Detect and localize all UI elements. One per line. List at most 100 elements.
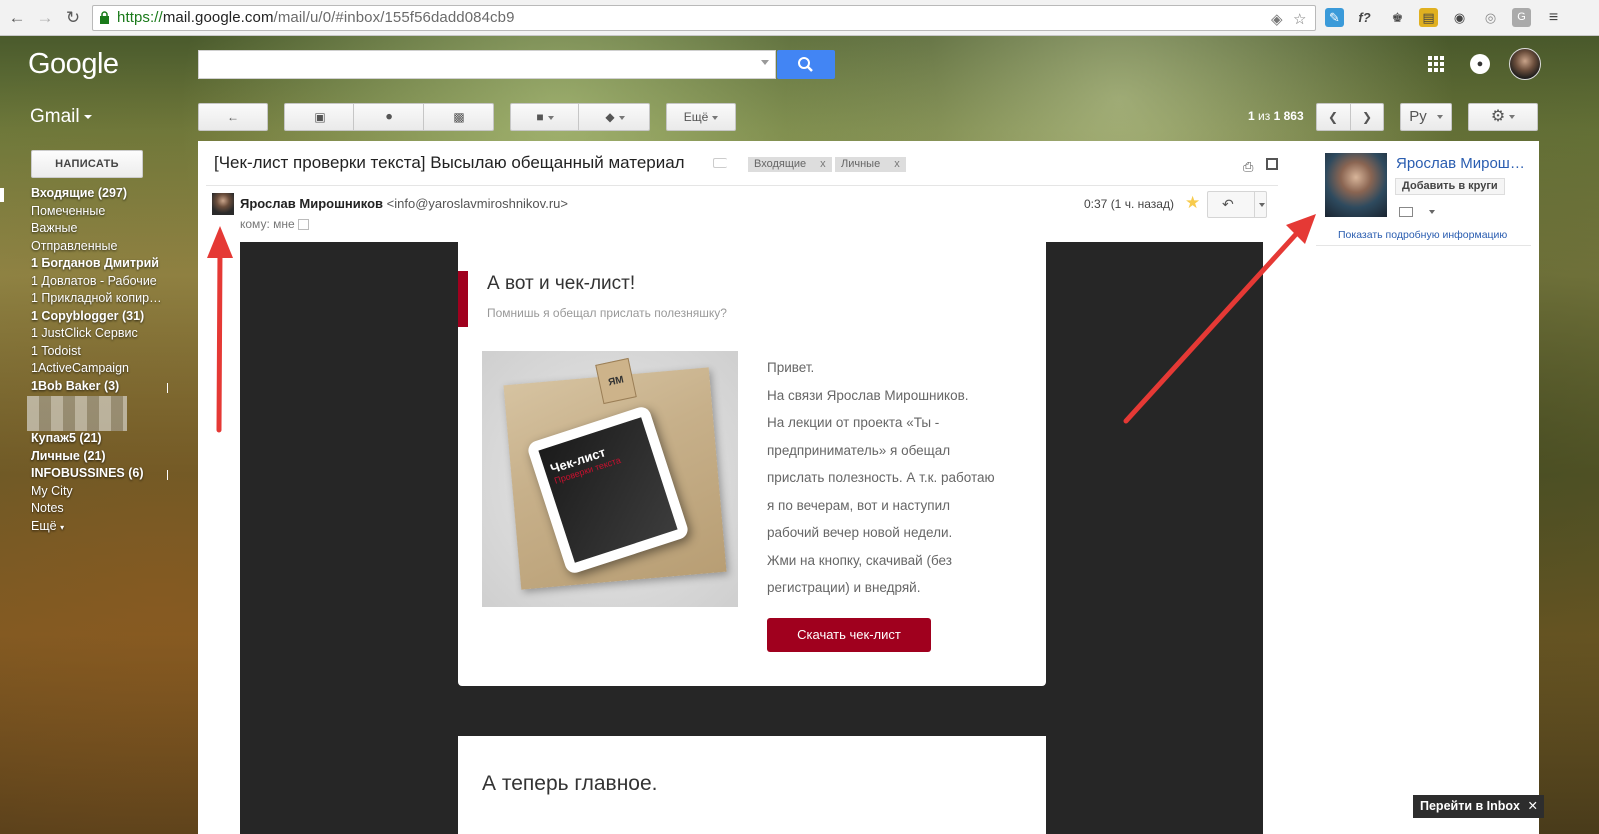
lock-icon [100,11,109,24]
delete-button[interactable]: ▩ [437,104,481,132]
star-icon[interactable]: ★ [1185,193,1200,213]
pager-text: 1 из 1 863 [1248,109,1304,123]
brand-tag: ЯМ [595,357,637,405]
importance-marker-icon[interactable] [713,158,727,168]
archive-button[interactable]: ▣ [298,104,342,132]
report-spam-button[interactable]: ⚫ [367,104,411,132]
sidebar-item-starred[interactable]: Помеченные [0,204,168,222]
more-actions-button[interactable]: Ещё [666,103,736,131]
bookmark-star-icon[interactable]: ☆ [1293,10,1306,28]
google-logo[interactable]: Google [28,48,119,81]
extension-icon[interactable]: ✎ [1325,8,1344,27]
apps-grid-icon[interactable] [1428,56,1444,72]
search-input[interactable] [198,50,776,79]
email-body: А вот и чек-лист! Помнишь я обещал присл… [240,242,1263,834]
new-window-icon[interactable] [1266,158,1278,170]
globe-extension-icon[interactable]: ◉ [1450,8,1469,27]
sidebar-item-label[interactable]: 1 Довлатов - Рабочие [0,274,168,292]
sidebar-item-label[interactable]: 1 JustClick Сервис [0,326,168,344]
sender-avatar[interactable] [212,193,234,215]
menu-icon[interactable]: ≡ [1544,8,1563,27]
forward-arrow-icon[interactable]: → [34,7,56,29]
back-arrow-icon[interactable]: ← [6,7,28,29]
prev-message-button[interactable]: ❮ [1317,104,1349,132]
notifications-bell-icon[interactable]: ● [1470,54,1490,74]
download-checklist-button[interactable]: Скачать чек-лист [767,618,931,652]
account-avatar[interactable] [1509,48,1541,80]
chevron-down-icon [83,114,92,119]
blurred-label [27,396,127,431]
email-card: А вот и чек-лист! Помнишь я обещал присл… [458,242,1046,686]
chevron-down-icon[interactable] [1429,210,1435,214]
envelope-icon[interactable] [1399,207,1413,217]
sidebar-item-more[interactable]: Ещё ▾ [0,519,168,537]
world-extension-icon[interactable]: ◎ [1481,8,1500,27]
sidebar-item-inbox[interactable]: Входящие (297) [0,186,168,204]
sidebar-item-important[interactable]: Важные [0,221,168,239]
reply-button[interactable]: ↶ [1207,191,1267,218]
label-color-swatch[interactable] [167,470,168,480]
sidebar-item-label[interactable]: INFOBUSSINES (6) [0,466,168,484]
details-dropdown-icon[interactable] [297,219,309,231]
message-subject: [Чек-лист проверки текста] Высылаю обеща… [214,153,685,172]
sender-line: Ярослав Мирошников <info@yaroslavmiroshn… [240,196,568,211]
back-to-inbox-button[interactable]: ← [198,103,268,131]
sidebar-item-label[interactable]: Личные (21) [0,449,168,467]
tracking-icon[interactable]: ◈ [1271,10,1283,28]
label-chip-inbox[interactable]: Входящие x [748,157,832,172]
email-card: А теперь главное. [458,736,1046,834]
sidebar-item-label[interactable]: Notes [0,501,168,519]
sidebar-item-label[interactable]: 1ActiveCampaign [0,361,168,379]
sidebar: Входящие (297) Помеченные Важные Отправл… [0,186,190,536]
label-chip-personal[interactable]: Личные x [835,157,906,172]
puzzle-extension-icon[interactable]: ♚ [1388,8,1407,27]
address-bar[interactable]: https://mail.google.com/mail/u/0/#inbox/… [92,5,1316,31]
sidebar-item-sent[interactable]: Отправленные [0,239,168,257]
search-button[interactable] [777,50,835,79]
add-to-circles-button[interactable]: Добавить в круги [1395,178,1505,195]
gear-icon: ⚙ [1490,108,1506,125]
search-icon [798,57,813,72]
accent-bar [458,271,468,327]
sidebar-item-label[interactable]: 1 Богданов Дмитрий [0,256,168,274]
remove-label-icon[interactable]: x [820,158,826,170]
email-second-heading: А теперь главное. [482,772,658,795]
sidebar-item-label[interactable]: 1 Copyblogger (31) [0,309,168,327]
settings-button[interactable]: ⚙ [1468,103,1538,131]
divider [206,185,1278,186]
go-to-inbox-toast[interactable]: Перейти в Inbox ✕ [1413,795,1544,818]
email-heading: А вот и чек-лист! [487,273,636,294]
message-view: [Чек-лист проверки текста] Высылаю обеща… [198,141,1539,834]
email-subheading: Помнишь я обещал прислать полезняшку? [487,306,727,320]
close-icon[interactable]: ✕ [1527,799,1537,813]
search-options-caret-icon[interactable] [761,60,769,65]
profile-photo[interactable] [1325,153,1387,217]
sidebar-item-label[interactable]: My City [0,484,168,502]
input-language-button[interactable]: Ру [1400,103,1452,131]
sidebar-item-label[interactable]: 1 Прикладной копирайтинг [0,291,168,309]
sidebar-item-label[interactable]: 1Bob Baker (3) [0,379,168,397]
sidebar-item-label[interactable]: Купаж5 (21) [0,431,168,449]
compose-button[interactable]: НАПИСАТЬ [31,150,143,178]
sender-name[interactable]: Ярослав Мирошников [240,196,383,211]
divider [1316,245,1531,246]
profile-name[interactable]: Ярослав Мирошников [1396,155,1533,172]
g-extension-icon[interactable]: G [1512,8,1531,27]
formula-extension-icon[interactable]: f? [1355,8,1374,27]
remove-label-icon[interactable]: x [894,158,900,170]
sidebar-item-label[interactable]: 1 Todoist [0,344,168,362]
labels-button[interactable]: ◆ [586,104,644,132]
label-color-swatch[interactable] [167,382,168,393]
show-details-link[interactable]: Показать подробную информацию [1338,229,1507,241]
reload-icon[interactable]: ↻ [62,7,84,29]
print-icon[interactable]: ⎙ [1243,159,1253,175]
notes-extension-icon[interactable]: ▤ [1419,8,1438,27]
toolbar-divider [578,103,579,131]
move-to-button[interactable]: ■ [516,104,574,132]
toolbar-divider [423,103,424,131]
next-message-button[interactable]: ❯ [1351,104,1383,132]
gmail-switcher[interactable]: Gmail [30,106,92,128]
toolbar-divider [353,103,354,131]
sender-email: <info@yaroslavmiroshnikov.ru> [386,196,568,211]
more-options-caret-icon[interactable] [1259,203,1265,207]
